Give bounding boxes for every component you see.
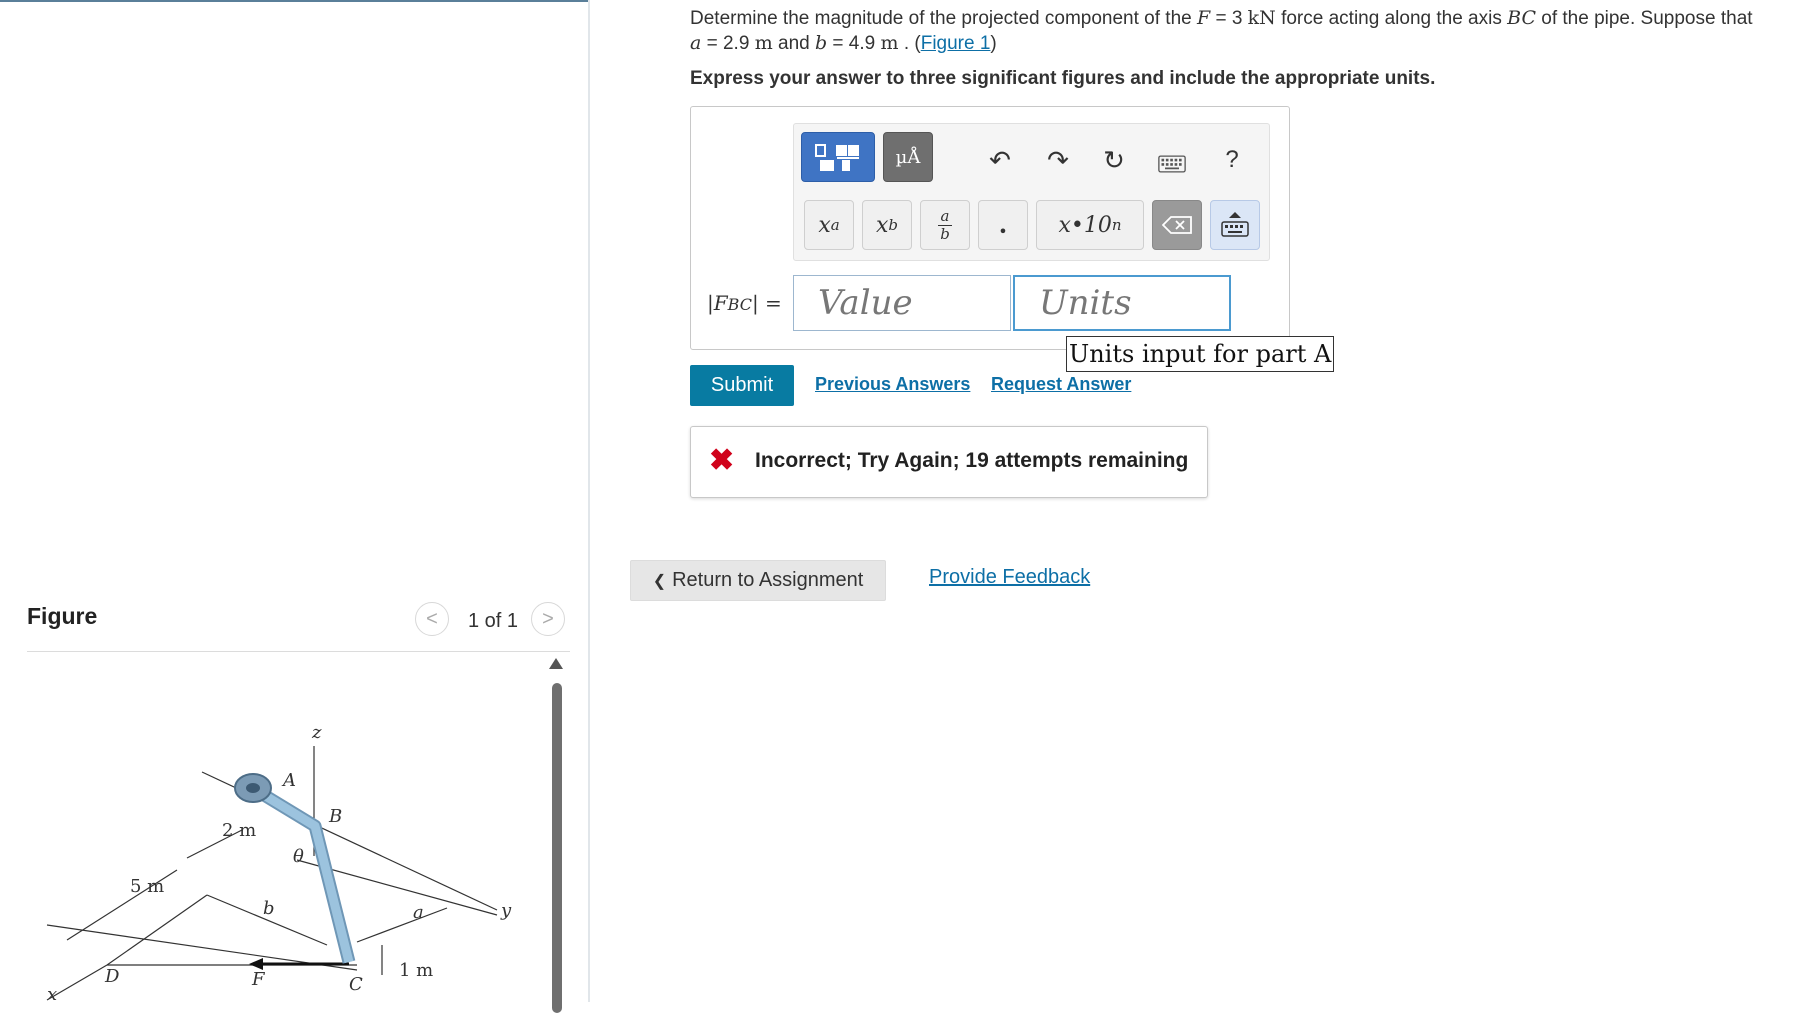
backspace-key[interactable] [1152, 200, 1202, 250]
label-2m: 2 m [222, 820, 256, 841]
units-input[interactable] [1013, 275, 1231, 331]
reset-icon[interactable]: ↻ [1100, 145, 1128, 175]
a-unit: m [754, 32, 773, 54]
question-and: and [772, 33, 815, 54]
units-tooltip: Units input for part A [1066, 336, 1335, 372]
label-f: F [251, 969, 266, 990]
force-value: = 3 [1210, 8, 1248, 29]
axis-variable: BC [1507, 7, 1536, 29]
units-icon: µÅ [895, 146, 921, 168]
dot-key[interactable]: • [978, 200, 1028, 250]
chevron-right-icon: > [542, 607, 554, 630]
keyboard-toggle-icon [1221, 212, 1249, 237]
sci-key-exp: n [1111, 216, 1122, 234]
label-b-dim: b [263, 898, 275, 919]
panel-divider [588, 0, 590, 1002]
fraction-key[interactable]: a b [920, 200, 970, 250]
templates-icon [815, 144, 859, 171]
scientific-notation-key[interactable]: x•10 n [1036, 200, 1144, 250]
answer-label-sub: BC [727, 295, 752, 314]
answer-box: µÅ ↶ ↷ ↻ ? xa xb a b • x•10 n |FBC| = Va… [690, 106, 1290, 350]
value-input[interactable] [793, 275, 1011, 331]
templates-button[interactable] [801, 132, 875, 182]
a-variable: a [690, 32, 702, 54]
question-dot: . ( [898, 33, 921, 54]
pipe-figure: z A B θ 2 m 5 m b a y x D F C 1 m [46, 722, 512, 1002]
provide-feedback-link[interactable]: Provide Feedback [929, 566, 1090, 589]
fraction-num: a [940, 206, 950, 225]
figure-scrollbar[interactable] [552, 683, 562, 1013]
label-c: C [349, 974, 363, 995]
label-a-dim: a [413, 902, 424, 923]
backspace-icon [1162, 216, 1192, 234]
answer-label-var: F [713, 291, 728, 315]
flange-hole [246, 783, 260, 793]
answer-label-open: | [707, 291, 714, 315]
answer-label: |FBC| = [707, 291, 782, 315]
label-theta: θ [293, 846, 304, 867]
label-a-point: A [281, 770, 296, 791]
figure-link[interactable]: Figure 1 [921, 33, 991, 54]
b-variable: b [814, 32, 828, 54]
label-1m: 1 m [399, 960, 433, 981]
subscript-key-idx: b [888, 216, 899, 234]
figure-divider [27, 651, 570, 652]
a-value: = 2.9 [701, 33, 755, 54]
figure-title: Figure [27, 603, 98, 629]
next-figure-button[interactable]: > [531, 602, 565, 636]
dim-a [356, 907, 448, 943]
math-toolbar: µÅ ↶ ↷ ↻ ? xa xb a b • x•10 n [793, 123, 1270, 261]
question-text: Determine the magnitude of the projected… [690, 6, 1800, 56]
power-key-base: x [818, 212, 831, 238]
prev-figure-button[interactable]: < [415, 602, 449, 636]
submit-button[interactable]: Submit [690, 365, 794, 406]
return-to-assignment-button[interactable]: ❮ Return to Assignment [630, 560, 886, 601]
label-x: x [47, 984, 57, 1002]
incorrect-icon: ✖ [709, 444, 735, 477]
b-unit: m [880, 32, 899, 54]
sci-key-base: x•10 [1058, 212, 1112, 238]
question-intro: Determine the magnitude of the projected… [690, 8, 1192, 29]
return-label: Return to Assignment [672, 569, 864, 591]
b-value: = 4.9 [827, 33, 881, 54]
scroll-up-arrow[interactable] [549, 658, 563, 669]
label-y: y [500, 900, 512, 921]
force-unit: kN [1247, 7, 1276, 29]
label-5m: 5 m [130, 876, 164, 897]
request-answer-link[interactable]: Request Answer [991, 374, 1131, 395]
power-key[interactable]: xa [804, 200, 854, 250]
feedback-box: ✖ Incorrect; Try Again; 19 attempts rema… [690, 426, 1208, 498]
figure-pager: 1 of 1 [468, 610, 519, 632]
undo-icon[interactable]: ↶ [986, 145, 1014, 175]
label-z: z [311, 722, 322, 743]
redo-icon[interactable]: ↷ [1044, 145, 1072, 175]
help-icon[interactable]: ? [1218, 146, 1246, 174]
question-mid: force acting along the axis [1275, 8, 1508, 29]
fraction-glyph: a b [938, 206, 952, 243]
keyboard-icon[interactable] [1158, 150, 1186, 178]
chevron-left-icon: < [426, 607, 438, 630]
chevron-left-icon: ❮ [652, 572, 667, 590]
question-close: ) [990, 33, 997, 54]
label-d: D [104, 966, 120, 987]
force-variable: F [1196, 7, 1211, 29]
feedback-message: Incorrect; Try Again; 19 attempts remain… [755, 449, 1189, 472]
top-rule [0, 0, 589, 2]
subscript-key[interactable]: xb [862, 200, 912, 250]
previous-answers-link[interactable]: Previous Answers [815, 374, 970, 395]
power-key-exp: a [830, 216, 840, 234]
label-b-point: B [328, 806, 342, 827]
keyboard-toggle-key[interactable] [1210, 200, 1260, 250]
subscript-key-base: x [875, 212, 889, 238]
fraction-den: b [940, 224, 950, 243]
question-tail: of the pipe. Suppose that [1535, 8, 1753, 29]
instruction: Express your answer to three significant… [690, 68, 1436, 89]
answer-label-close: | = [751, 291, 782, 315]
units-button[interactable]: µÅ [883, 132, 933, 182]
